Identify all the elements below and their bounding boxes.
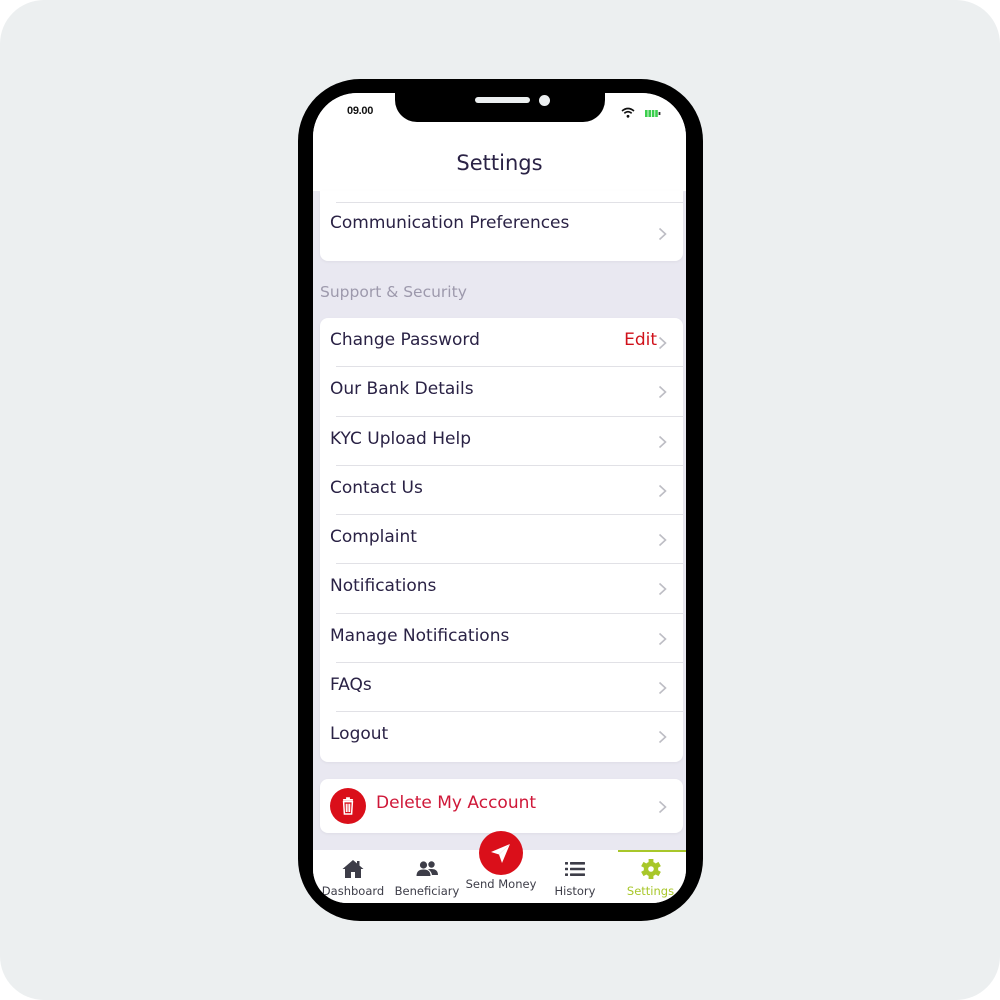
chevron-right-icon [658,800,667,814]
bottom-tab-bar: Dashboard Beneficiary Send Money History… [313,831,686,903]
phone-screen: 09.00 Settings Communication Preferences… [313,93,686,903]
settings-item-manage-notifications[interactable]: Manage Notifications [320,614,683,664]
chevron-right-icon [658,681,667,695]
chevron-right-icon [658,386,667,399]
settings-item-communication-preferences[interactable]: Communication Preferences [320,203,683,261]
item-label: FAQs [330,675,372,696]
tab-label: Beneficiary [394,884,460,898]
phone-camera [539,95,550,106]
page-header: Settings [313,137,686,191]
chevron-right-icon [658,336,667,350]
item-label: Change Password [330,330,480,350]
chevron-right-icon [658,632,667,645]
section-heading-support-security: Support & Security [320,283,467,301]
tab-label: Send Money [465,877,537,891]
settings-item-logout[interactable]: Logout [320,712,683,761]
settings-item-complaint[interactable]: Complaint [320,515,683,565]
preferences-card: Communication Preferences [320,191,683,261]
delete-account-label: Delete My Account [376,793,537,813]
battery-icon [645,110,661,117]
tab-beneficiary[interactable]: Beneficiary [390,850,464,903]
settings-item-our-bank-details[interactable]: Our Bank Details [320,367,683,417]
item-label: Communication Preferences [330,213,570,233]
chevron-right-icon [658,227,667,241]
delete-account-card: Delete My Account [320,779,683,833]
paper-plane-icon [491,844,510,863]
tab-label: History [554,884,596,898]
gear-icon [640,859,661,879]
home-icon [342,860,364,878]
status-time: 09.00 [347,105,374,117]
active-tab-indicator [618,850,686,852]
tab-settings[interactable]: Settings [615,850,686,903]
tab-label: Settings [626,884,675,898]
chevron-right-icon [658,435,667,448]
page-title: Settings [456,151,543,175]
settings-item-kyc-upload-help[interactable]: KYC Upload Help [320,417,683,466]
item-label: Contact Us [330,477,423,498]
tab-history[interactable]: History [538,850,612,903]
tab-dashboard[interactable]: Dashboard [316,850,390,903]
edit-password-link[interactable]: Edit [624,330,657,350]
chevron-right-icon [658,583,667,596]
item-label: Notifications [330,576,437,597]
item-label: Complaint [330,527,417,548]
tab-send-money[interactable] [479,831,523,875]
settings-item-change-password[interactable]: Change Password Edit [320,318,683,368]
phone-speaker [475,97,530,103]
item-label: Logout [330,724,389,745]
settings-item-contact-us[interactable]: Contact Us [320,466,683,516]
settings-item-notifications[interactable]: Notifications [320,564,683,614]
trash-icon-badge [330,788,366,824]
chevron-right-icon [658,534,667,547]
item-label: Our Bank Details [330,379,474,400]
chevron-right-icon [658,484,667,497]
delete-account-button[interactable]: Delete My Account [320,779,683,833]
item-label: Manage Notifications [330,625,510,646]
settings-item-faqs[interactable]: FAQs [320,663,683,713]
trash-icon [342,797,354,815]
users-icon [416,861,438,876]
chevron-right-icon [658,731,667,744]
wifi-icon [621,107,635,118]
item-label: KYC Upload Help [330,428,471,449]
list-icon [565,862,585,876]
support-security-card: Change Password Edit Our Bank Details KY… [320,318,683,762]
